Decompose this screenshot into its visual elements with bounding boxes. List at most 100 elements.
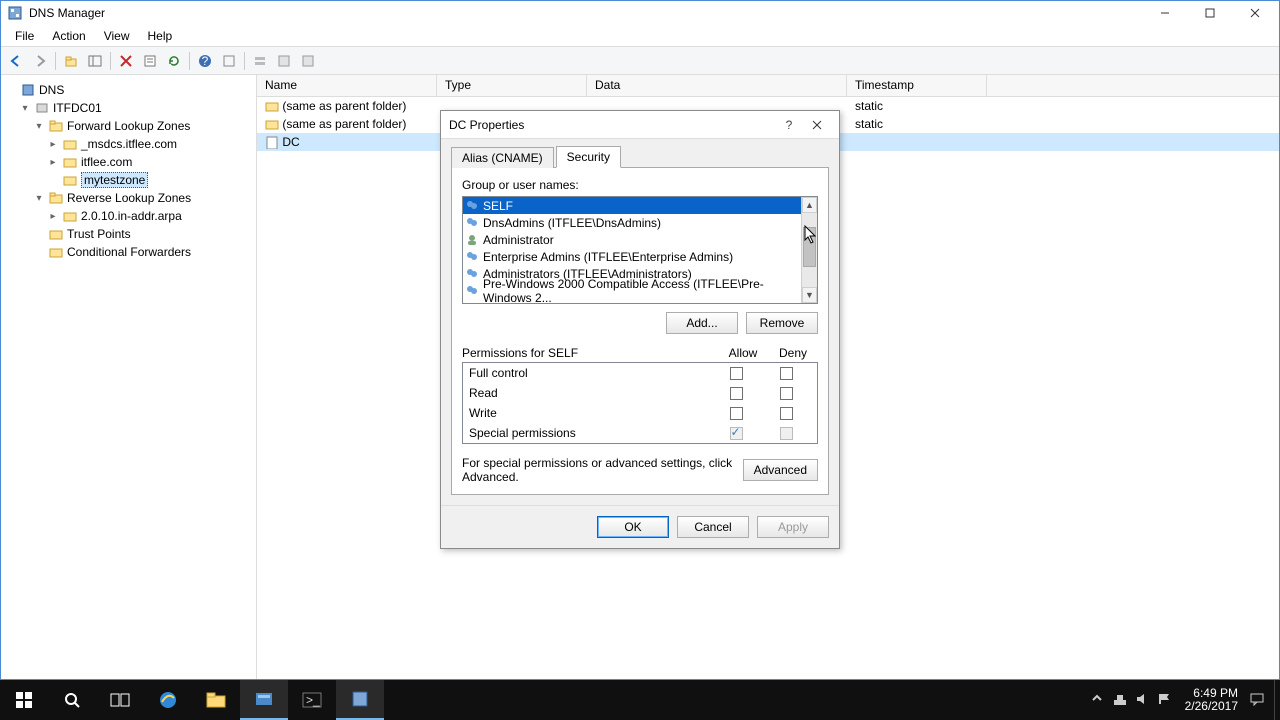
taskbar-ie[interactable] bbox=[144, 680, 192, 720]
up-button[interactable] bbox=[60, 50, 82, 72]
help-button[interactable]: ? bbox=[194, 50, 216, 72]
col-header-data[interactable]: Data bbox=[587, 75, 847, 96]
deny-read-checkbox[interactable] bbox=[780, 387, 793, 400]
toolbar-icon-c[interactable] bbox=[273, 50, 295, 72]
tray-volume-icon[interactable] bbox=[1135, 692, 1151, 708]
tray-network-icon[interactable] bbox=[1113, 692, 1129, 708]
dialog-title: DC Properties bbox=[449, 118, 775, 132]
tree-zone-arpa[interactable]: 2.0.10.in-addr.arpa bbox=[81, 209, 182, 223]
scroll-down-arrow[interactable]: ▼ bbox=[802, 287, 817, 303]
action-center-icon[interactable] bbox=[1250, 692, 1266, 708]
group-item[interactable]: Pre-Windows 2000 Compatible Access (ITFL… bbox=[463, 282, 801, 299]
show-hide-tree-button[interactable] bbox=[84, 50, 106, 72]
ok-button[interactable]: OK bbox=[597, 516, 669, 538]
taskbar: >_ 6:49 PM 2/26/2017 bbox=[0, 680, 1280, 720]
zone-icon bbox=[62, 172, 78, 188]
dialog-help-button[interactable]: ? bbox=[775, 113, 803, 137]
tree-pane[interactable]: DNS ▾ ITFDC01 ▾ Forward Lookup Zones ▸ _… bbox=[1, 75, 257, 679]
taskbar-explorer[interactable] bbox=[192, 680, 240, 720]
search-button[interactable] bbox=[48, 680, 96, 720]
back-button[interactable] bbox=[5, 50, 27, 72]
scroll-track[interactable] bbox=[802, 213, 817, 287]
show-desktop-button[interactable] bbox=[1274, 680, 1280, 720]
start-button[interactable] bbox=[0, 680, 48, 720]
perm-label: Write bbox=[469, 406, 711, 420]
menu-view[interactable]: View bbox=[96, 27, 138, 45]
tray-flag-icon[interactable] bbox=[1157, 692, 1173, 708]
menu-help[interactable]: Help bbox=[140, 27, 181, 45]
tree-twisty[interactable]: ▸ bbox=[47, 139, 59, 150]
tree-twisty[interactable]: ▾ bbox=[33, 193, 45, 204]
perm-label: Read bbox=[469, 386, 711, 400]
toolbar-icon-a[interactable] bbox=[218, 50, 240, 72]
taskbar-cmd[interactable]: >_ bbox=[288, 680, 336, 720]
group-list-scrollbar[interactable]: ▲ ▼ bbox=[801, 197, 817, 303]
tab-alias[interactable]: Alias (CNAME) bbox=[451, 147, 554, 168]
allow-read-checkbox[interactable] bbox=[730, 387, 743, 400]
add-button[interactable]: Add... bbox=[666, 312, 738, 334]
minimize-button[interactable] bbox=[1142, 2, 1187, 24]
allow-special-checkbox bbox=[730, 427, 743, 440]
tree-zone-itflee[interactable]: itflee.com bbox=[81, 155, 132, 169]
remove-button[interactable]: Remove bbox=[746, 312, 818, 334]
cell-name: (same as parent folder) bbox=[282, 99, 406, 113]
dns-root-icon bbox=[20, 82, 36, 98]
group-names-list[interactable]: SELF DnsAdmins (ITFLEE\DnsAdmins) Admini… bbox=[462, 196, 818, 304]
toolbar-icon-b[interactable] bbox=[249, 50, 271, 72]
tray-up-icon[interactable] bbox=[1091, 692, 1107, 708]
close-button[interactable] bbox=[1232, 2, 1277, 24]
tree-server[interactable]: ITFDC01 bbox=[53, 101, 102, 115]
col-header-timestamp[interactable]: Timestamp bbox=[847, 75, 987, 96]
tab-security[interactable]: Security bbox=[556, 146, 621, 168]
menu-file[interactable]: File bbox=[7, 27, 42, 45]
tree-twisty[interactable]: ▸ bbox=[47, 157, 59, 168]
group-item[interactable]: Administrator bbox=[463, 231, 801, 248]
group-item-label: DnsAdmins (ITFLEE\DnsAdmins) bbox=[483, 216, 661, 230]
taskbar-server-manager[interactable] bbox=[240, 680, 288, 720]
svg-text:>_: >_ bbox=[306, 693, 320, 707]
tree-cond[interactable]: Conditional Forwarders bbox=[67, 245, 191, 259]
col-header-type[interactable]: Type bbox=[437, 75, 587, 96]
dialog-close-button[interactable] bbox=[803, 113, 831, 137]
tree-zone-mytestzone[interactable]: mytestzone bbox=[81, 172, 148, 188]
tree-zone-msdcs[interactable]: _msdcs.itflee.com bbox=[81, 137, 177, 151]
scroll-thumb[interactable] bbox=[803, 227, 816, 267]
deny-write-checkbox[interactable] bbox=[780, 407, 793, 420]
tree-rlz[interactable]: Reverse Lookup Zones bbox=[67, 191, 191, 205]
taskbar-clock[interactable]: 6:49 PM 2/26/2017 bbox=[1179, 687, 1244, 713]
maximize-button[interactable] bbox=[1187, 2, 1232, 24]
allow-full-checkbox[interactable] bbox=[730, 367, 743, 380]
toolbar-icon-d[interactable] bbox=[297, 50, 319, 72]
cancel-button[interactable]: Cancel bbox=[677, 516, 749, 538]
system-tray[interactable]: 6:49 PM 2/26/2017 bbox=[1091, 687, 1274, 713]
tree-dns-root[interactable]: DNS bbox=[39, 83, 64, 97]
group-item-label: SELF bbox=[483, 199, 513, 213]
deny-full-checkbox[interactable] bbox=[780, 367, 793, 380]
menu-action[interactable]: Action bbox=[44, 27, 93, 45]
group-item[interactable]: DnsAdmins (ITFLEE\DnsAdmins) bbox=[463, 214, 801, 231]
scroll-up-arrow[interactable]: ▲ bbox=[802, 197, 817, 213]
group-item[interactable]: Enterprise Admins (ITFLEE\Enterprise Adm… bbox=[463, 248, 801, 265]
dialog-titlebar[interactable]: DC Properties ? bbox=[441, 111, 839, 139]
tree-twisty[interactable]: ▸ bbox=[47, 211, 59, 222]
task-view-button[interactable] bbox=[96, 680, 144, 720]
tree-trust[interactable]: Trust Points bbox=[67, 227, 131, 241]
allow-write-checkbox[interactable] bbox=[730, 407, 743, 420]
zone-icon bbox=[62, 208, 78, 224]
col-header-name[interactable]: Name bbox=[257, 75, 437, 96]
forward-button[interactable] bbox=[29, 50, 51, 72]
permissions-label: Permissions for SELF bbox=[462, 346, 718, 360]
tree-twisty[interactable]: ▾ bbox=[19, 103, 31, 114]
refresh-button[interactable] bbox=[163, 50, 185, 72]
properties-button[interactable] bbox=[139, 50, 161, 72]
delete-button[interactable] bbox=[115, 50, 137, 72]
tree-flz[interactable]: Forward Lookup Zones bbox=[67, 119, 190, 133]
apply-button[interactable]: Apply bbox=[757, 516, 829, 538]
list-header: Name Type Data Timestamp bbox=[257, 75, 1279, 97]
group-item[interactable]: SELF bbox=[463, 197, 801, 214]
tree-twisty[interactable]: ▾ bbox=[33, 121, 45, 132]
security-panel: Group or user names: SELF DnsAdmins (ITF… bbox=[451, 168, 829, 495]
advanced-button[interactable]: Advanced bbox=[743, 459, 818, 481]
clock-date: 2/26/2017 bbox=[1185, 700, 1238, 713]
taskbar-dns-manager[interactable] bbox=[336, 680, 384, 720]
